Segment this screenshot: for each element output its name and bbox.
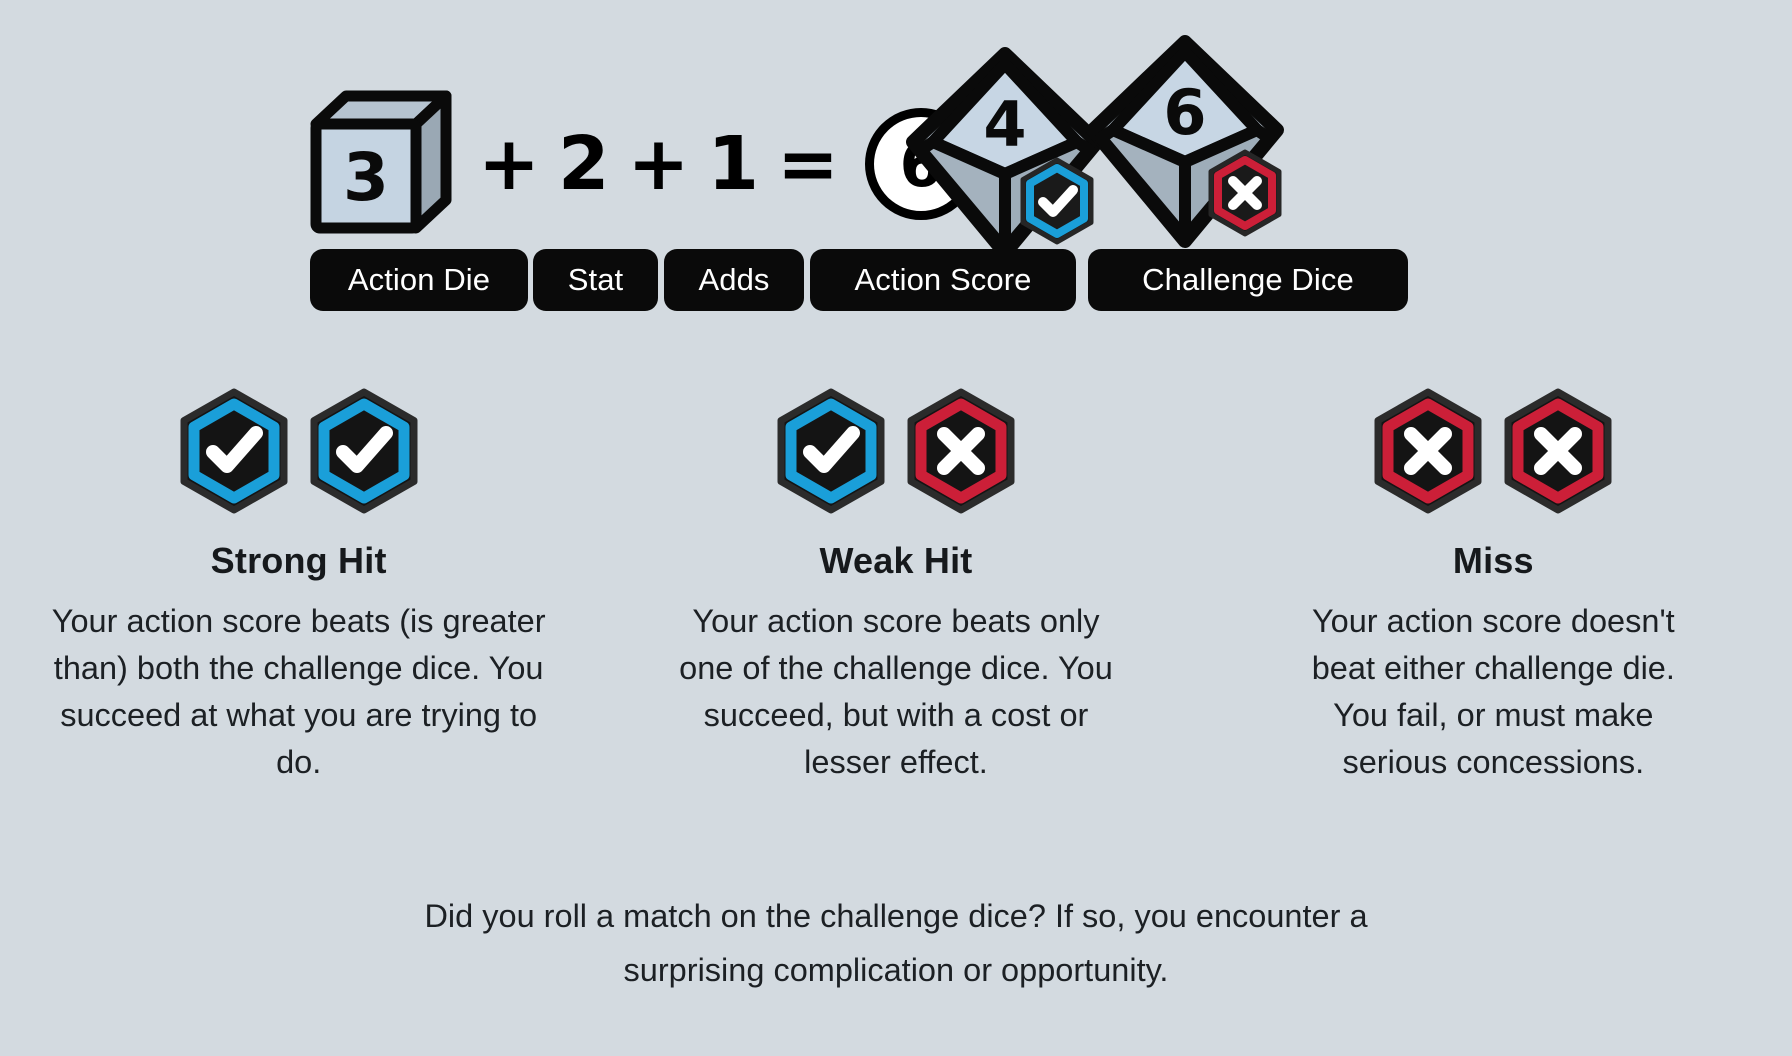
result-strong-hit: Strong Hit Your action score beats (is g… [0, 388, 597, 787]
cross-icon [1504, 388, 1612, 514]
label-action-die: Action Die [310, 249, 528, 311]
check-icon [777, 388, 885, 514]
formula-section: 3 + 2 + 1 = 6 4 6 Action Die Stat Adds A… [0, 24, 1792, 324]
equals-sign: = [777, 121, 840, 207]
stat-value: 2 [558, 121, 610, 207]
result-title: Weak Hit [819, 540, 973, 581]
weak-hit-badges [773, 388, 1019, 514]
adds-value: 1 [707, 121, 760, 207]
challenge-die-2-cross-icon [1208, 149, 1282, 237]
label-challenge-dice: Challenge Dice [1088, 249, 1408, 311]
cross-icon [1374, 388, 1482, 514]
result-miss: Miss Your action score doesn't beat eith… [1195, 388, 1792, 787]
action-die: 3 [300, 82, 460, 247]
result-description: Your action score doesn't beat either ch… [1311, 603, 1675, 781]
strong-hit-badges [176, 388, 422, 514]
result-title: Strong Hit [210, 540, 387, 581]
check-icon [180, 388, 288, 514]
plus-sign-2: + [627, 121, 690, 207]
check-icon [310, 388, 418, 514]
miss-badges [1370, 388, 1616, 514]
plus-sign-1: + [478, 121, 541, 207]
label-stat: Stat [533, 249, 658, 311]
challenge-die-1-value: 4 [983, 88, 1026, 161]
formula-row: 3 + 2 + 1 = 6 [300, 82, 978, 247]
formula-label-row: Action Die Stat Adds Action Score Challe… [0, 249, 1792, 313]
result-weak-hit: Weak Hit Your action score beats only on… [597, 388, 1194, 787]
result-title: Miss [1452, 540, 1534, 581]
cross-icon [907, 388, 1015, 514]
label-adds: Adds [664, 249, 804, 311]
result-description: Your action score beats (is greater than… [51, 603, 546, 781]
results-row: Strong Hit Your action score beats (is g… [0, 388, 1792, 787]
result-description: Your action score beats only one of the … [679, 603, 1113, 781]
cube-die-icon: 3 [310, 90, 452, 233]
challenge-die-2-value: 6 [1163, 76, 1206, 149]
label-action-score: Action Score [810, 249, 1076, 311]
footer-note: Did you roll a match on the challenge di… [424, 898, 1368, 988]
challenge-dice-group: 4 6 [905, 34, 1305, 274]
challenge-die-1-check-icon [1020, 157, 1094, 245]
action-die-value: 3 [343, 139, 389, 216]
